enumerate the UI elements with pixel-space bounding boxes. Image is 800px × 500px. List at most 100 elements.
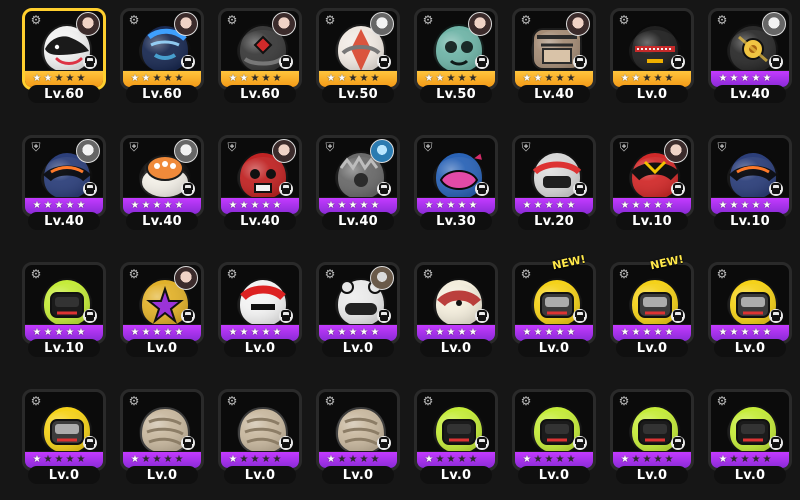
lock-icon[interactable] [573, 436, 587, 450]
inventory-slot[interactable]: ⛨ ★ ★ ★ ★ ★ Lv.40 [22, 135, 106, 230]
lock-icon[interactable] [573, 55, 587, 69]
item-card[interactable]: ⚙ ★ ★ ★ ★ ★ [120, 389, 204, 471]
item-card[interactable]: ⛨ ★ ★ ★ ★ ★ [708, 135, 792, 217]
inventory-slot[interactable]: ⚙ ★ ★ ★ ★ ★ Lv.60 [218, 8, 302, 103]
item-card[interactable]: ⛨ ★ ★ ★ ★ ★ [414, 135, 498, 217]
item-card[interactable]: ⚙ ★ ★ ★ ★ ★ [414, 262, 498, 344]
inventory-slot[interactable]: ⛨ ★ ★ ★ ★ ★ Lv.10 [708, 135, 792, 230]
item-card[interactable]: ⚙ ★ ★ ★ ★ ★ [512, 8, 596, 90]
inventory-slot[interactable]: ⚙ ★ ★ ★ ★ ★ NEW! Lv.0 [610, 253, 694, 357]
inventory-slot[interactable]: ⚙ ★ ★ ★ ★ ★ Lv.10 [22, 262, 106, 357]
inventory-slot[interactable]: ⚙ ★ ★ ★ ★ ★ Lv.50 [316, 8, 400, 103]
lock-icon[interactable] [83, 436, 97, 450]
lock-icon[interactable] [279, 182, 293, 196]
item-card[interactable]: ⛨ ★ ★ ★ ★ ★ [316, 135, 400, 217]
item-card[interactable]: ⛨ ★ ★ ★ ★ ★ [512, 135, 596, 217]
item-card[interactable]: ⛨ ★ ★ ★ ★ ★ [120, 135, 204, 217]
inventory-slot[interactable]: ⛨ ★ ★ ★ ★ ★ Lv.40 [120, 135, 204, 230]
inventory-slot[interactable]: ⚙ ★ ★ ★ ★ ★ Lv.0 [316, 389, 400, 484]
inventory-slot[interactable]: ⚙ ★ ★ ★ ★ ★ Lv.0 [218, 389, 302, 484]
item-card[interactable]: ⚙ ★ ★ ★ ★ ★ [512, 389, 596, 471]
item-card[interactable]: ⚙ ★ ★ ★ ★ ★ [610, 389, 694, 471]
lock-icon[interactable] [377, 436, 391, 450]
inventory-slot[interactable]: ⚙ ★ ★ ★ ★ ★ Lv.0 [610, 8, 694, 103]
inventory-slot[interactable]: ⛨ ★ ★ ★ ★ ★ Lv.40 [218, 135, 302, 230]
item-card[interactable]: ⚙ ★ ★ ★ ★ ★ [610, 8, 694, 90]
inventory-slot[interactable]: ⚙ ★ ★ ★ ★ ★ Lv.0 [708, 389, 792, 484]
item-card[interactable]: ⚙ ★ ★ ★ ★ ★ [708, 262, 792, 344]
lock-icon[interactable] [769, 309, 783, 323]
lock-icon[interactable] [475, 436, 489, 450]
star-icon: ★ [457, 73, 467, 84]
item-card[interactable]: ⚙ ★ ★ ★ ★ ★ [120, 8, 204, 90]
lock-icon[interactable] [671, 55, 685, 69]
item-card[interactable]: ⚙ ★ ★ ★ ★ ★ [414, 8, 498, 90]
lock-icon[interactable] [671, 182, 685, 196]
inventory-slot[interactable]: ⚙ ★ ★ ★ ★ ★ Lv.0 [316, 262, 400, 357]
item-card[interactable]: ⚙ ★ ★ ★ ★ ★ [22, 389, 106, 471]
inventory-slot[interactable]: ⚙ ★ ★ ★ ★ ★ Lv.0 [414, 389, 498, 484]
item-card[interactable]: ⚙ ★ ★ ★ ★ ★ [218, 8, 302, 90]
inventory-slot[interactable]: ⚙ ★ ★ ★ ★ ★ Lv.0 [708, 262, 792, 357]
inventory-slot[interactable]: ⛨ ★ ★ ★ ★ ★ Lv.10 [610, 135, 694, 230]
lock-icon[interactable] [671, 309, 685, 323]
star-icon: ★ [729, 200, 739, 211]
item-card[interactable]: ⚙ ★ ★ ★ ★ ★ [218, 389, 302, 471]
inventory-slot[interactable]: ⛨ ★ ★ ★ ★ ★ Lv.30 [414, 135, 498, 230]
item-card[interactable]: ⚙ ★ ★ ★ ★ ★ [512, 262, 596, 344]
inventory-slot[interactable]: ⚙ ★ ★ ★ ★ ★ Lv.0 [610, 389, 694, 484]
inventory-slot[interactable]: ⚙ ★ ★ ★ ★ ★ Lv.50 [414, 8, 498, 103]
lock-icon[interactable] [279, 309, 293, 323]
inventory-slot[interactable]: ⚙ ★ ★ ★ ★ ★ Lv.0 [120, 262, 204, 357]
star-icon: ★ [348, 200, 358, 211]
lock-icon[interactable] [475, 182, 489, 196]
inventory-slot[interactable]: ⚙ ★ ★ ★ ★ ★ Lv.0 [512, 389, 596, 484]
item-card[interactable]: ⛨ ★ ★ ★ ★ ★ [22, 135, 106, 217]
inventory-slot[interactable]: ⛨ ★ ★ ★ ★ ★ Lv.40 [316, 135, 400, 230]
inventory-slot[interactable]: ⚙ ★ ★ ★ ★ ★ Lv.0 [218, 262, 302, 357]
item-card[interactable]: ⚙ ★ ★ ★ ★ ★ [218, 262, 302, 344]
inventory-slot[interactable]: ⚙ ★ ★ ★ ★ ★ NEW! Lv.0 [512, 253, 596, 357]
lock-icon[interactable] [377, 55, 391, 69]
lock-icon[interactable] [769, 182, 783, 196]
inventory-slot[interactable]: ⛨ ★ ★ ★ ★ ★ Lv.20 [512, 135, 596, 230]
lock-icon[interactable] [181, 309, 195, 323]
inventory-slot[interactable]: ⚙ ★ ★ ★ ★ ★ Lv.0 [120, 389, 204, 484]
item-card[interactable]: ⚙ ★ ★ ★ ★ ★ [316, 262, 400, 344]
lock-icon[interactable] [279, 436, 293, 450]
inventory-slot[interactable]: ⚙ ★ ★ ★ ★ ★ Lv.60 [120, 8, 204, 103]
lock-icon[interactable] [475, 55, 489, 69]
lock-icon[interactable] [573, 309, 587, 323]
lock-icon[interactable] [83, 309, 97, 323]
lock-icon[interactable] [83, 182, 97, 196]
lock-icon[interactable] [83, 55, 97, 69]
lock-icon[interactable] [769, 55, 783, 69]
lock-icon[interactable] [769, 436, 783, 450]
inventory-slot[interactable]: ⚙ ★ ★ ★ ★ ★ Lv.0 [414, 262, 498, 357]
item-card[interactable]: ⚙ ★ ★ ★ ★ ★ [316, 389, 400, 471]
lock-icon[interactable] [573, 182, 587, 196]
inventory-slot[interactable]: ⚙ ★ ★ ★ ★ ★ Lv.60 [22, 8, 106, 103]
inventory-slot[interactable]: ⚙ ★ ★ ★ ★ ★ Lv.40 [512, 8, 596, 103]
star-icon: ★ [642, 327, 652, 338]
lock-icon[interactable] [181, 436, 195, 450]
item-card[interactable]: ⚙ ★ ★ ★ ★ ★ [316, 8, 400, 90]
item-card[interactable]: ⚙ ★ ★ ★ ★ ★ [22, 262, 106, 344]
inventory-slot[interactable]: ⚙ ★ ★ ★ ★ ★ Lv.0 [22, 389, 106, 484]
item-card[interactable]: ⛨ ★ ★ ★ ★ ★ [610, 135, 694, 217]
lock-icon[interactable] [475, 309, 489, 323]
lock-icon[interactable] [279, 55, 293, 69]
item-card[interactable]: ⚙ ★ ★ ★ ★ ★ [414, 389, 498, 471]
lock-icon[interactable] [671, 436, 685, 450]
item-card[interactable]: ⚙ ★ ★ ★ ★ ★ [120, 262, 204, 344]
item-card[interactable]: ⛨ ★ ★ ★ ★ ★ [218, 135, 302, 217]
item-card[interactable]: ⚙ ★ ★ ★ ★ ★ [610, 262, 694, 344]
item-card[interactable]: ⚙ ★ ★ ★ ★ ★ [708, 389, 792, 471]
lock-icon[interactable] [377, 309, 391, 323]
lock-icon[interactable] [181, 182, 195, 196]
lock-icon[interactable] [377, 182, 391, 196]
inventory-slot[interactable]: ⚙ ★ ★ ★ ★ ★ Lv.40 [708, 8, 792, 103]
lock-icon[interactable] [181, 55, 195, 69]
selected-item-card[interactable]: ⚙ ★ ★ ★ ★ ★ [22, 8, 106, 90]
item-card[interactable]: ⚙ ★ ★ ★ ★ ★ [708, 8, 792, 90]
